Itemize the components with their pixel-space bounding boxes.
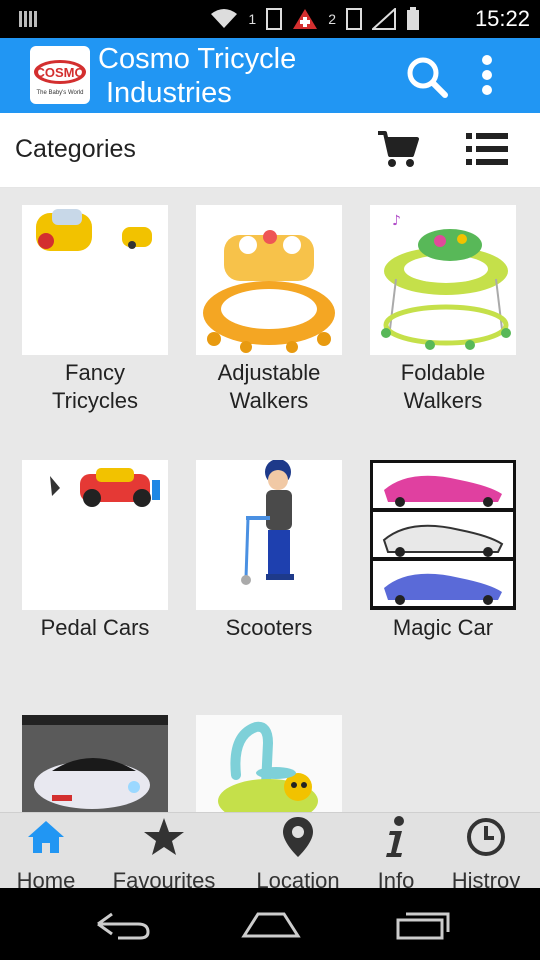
app-title-line1: Cosmo Tricycle [98,43,297,75]
tab-history[interactable]: Histroy [444,815,528,893]
app-title-line2: Industries [106,77,232,109]
category-card-pedal-cars[interactable]: Pedal Cars [22,460,168,642]
logo-tagline: The Baby's World [36,90,83,96]
home-nav-icon[interactable] [236,906,306,942]
alert-icon [293,9,318,29]
categories-header: Categories [0,113,540,188]
category-label: Scooters [225,615,313,640]
app-bar: COSMO The Baby's World Cosmo Tricycle In… [0,38,540,113]
cart-icon[interactable] [376,129,420,169]
tab-favourites[interactable]: Favourites [106,815,222,893]
category-thumb [22,715,168,812]
back-icon[interactable] [88,906,158,942]
status-time: 15:22 [474,6,530,31]
category-label: Magic Car [392,615,494,640]
category-card-magic-car[interactable]: Magic Car [370,460,516,642]
status-bar: 1 2 15:22 [0,0,540,38]
bottom-navigation: Home Favourites Location Info Histroy [0,812,540,893]
tab-home[interactable]: Home [10,815,82,893]
category-card-foldable-walkers[interactable]: ♪ Foldable Walkers [370,205,516,415]
list-view-icon[interactable] [466,131,508,167]
more-vert-icon[interactable] [476,55,498,95]
sim-card-icon [266,8,283,30]
category-thumb: ♪ [370,205,516,355]
notification-icon [19,11,37,27]
wifi-icon [211,9,238,28]
category-label: Fancy Tricycles [52,360,138,413]
category-label: Adjustable Walkers [217,360,321,413]
info-icon [386,816,404,857]
home-icon [28,821,64,853]
category-card-fancy-tricycles[interactable]: Fancy Tricycles [22,205,168,415]
categories-title: Categories [15,135,136,163]
tab-info[interactable]: Info [370,815,422,893]
map-pin-icon [283,817,313,857]
recents-icon[interactable] [388,906,458,942]
category-thumb [196,460,342,610]
category-thumb [22,205,168,355]
tab-location[interactable]: Location [250,815,346,893]
category-grid: Fancy Tricycles Adjustable Walkers ♪ Fol… [0,188,540,812]
category-card-scooters[interactable]: Scooters [196,460,342,642]
clock-icon [467,818,505,856]
app-logo: COSMO The Baby's World [30,46,90,104]
app-title: Cosmo Tricycle Industries [98,42,296,110]
category-card-7[interactable] [22,715,168,812]
category-card-adjustable-walkers[interactable]: Adjustable Walkers [196,205,342,415]
star-icon [144,818,184,855]
category-thumb [196,205,342,355]
system-nav-bar [0,888,540,960]
battery-icon [407,7,419,30]
logo-text: COSMO [35,65,84,80]
category-label: Foldable Walkers [400,360,486,413]
category-card-8[interactable] [196,715,342,812]
sim1-label: 1 [248,11,257,27]
category-thumb [196,715,342,812]
sim2-label: 2 [328,11,336,27]
category-thumb [370,460,516,610]
search-icon[interactable] [405,55,449,99]
category-thumb [22,460,168,610]
sim-card-icon-2 [346,8,362,30]
signal-icon [372,8,396,30]
category-label: Pedal Cars [40,615,150,640]
svg-text:♪: ♪ [392,213,401,229]
